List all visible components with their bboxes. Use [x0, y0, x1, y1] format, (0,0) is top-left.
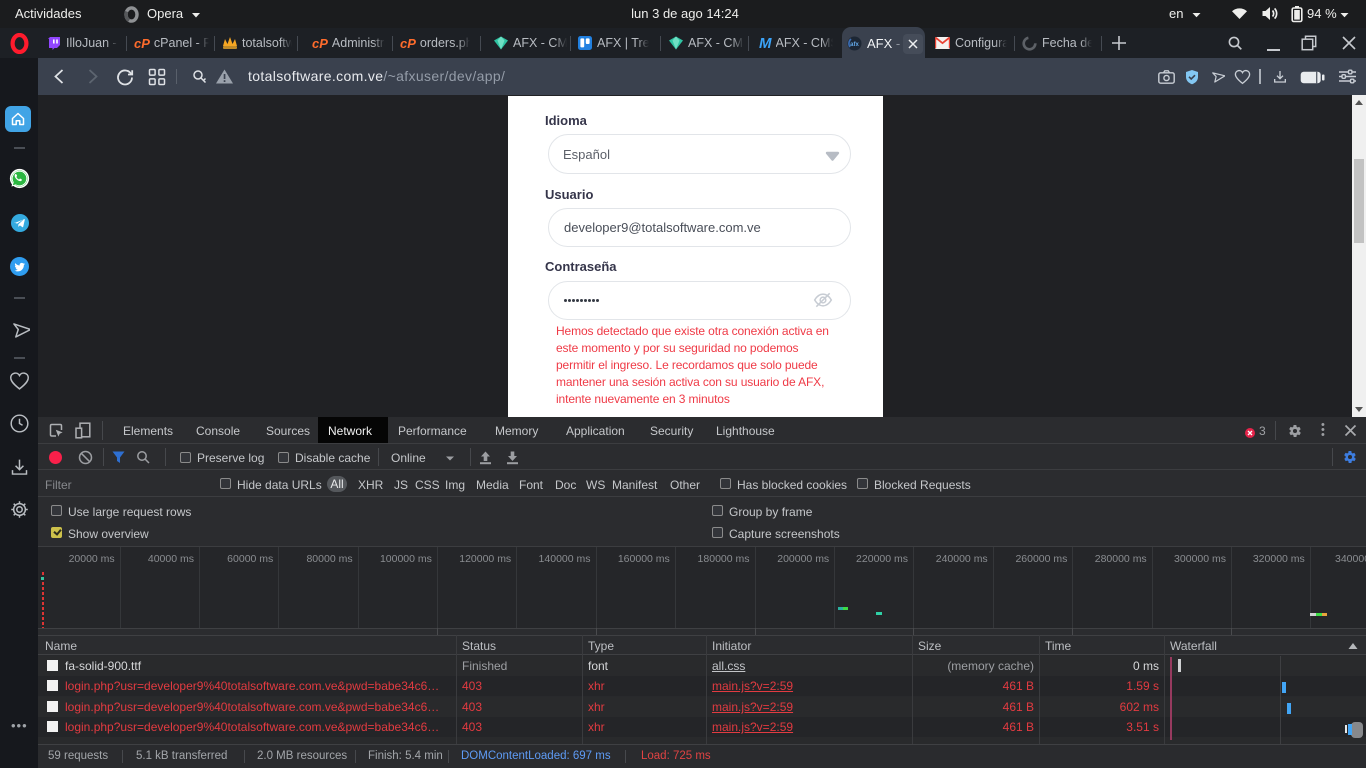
svg-text:afx: afx: [850, 42, 859, 48]
